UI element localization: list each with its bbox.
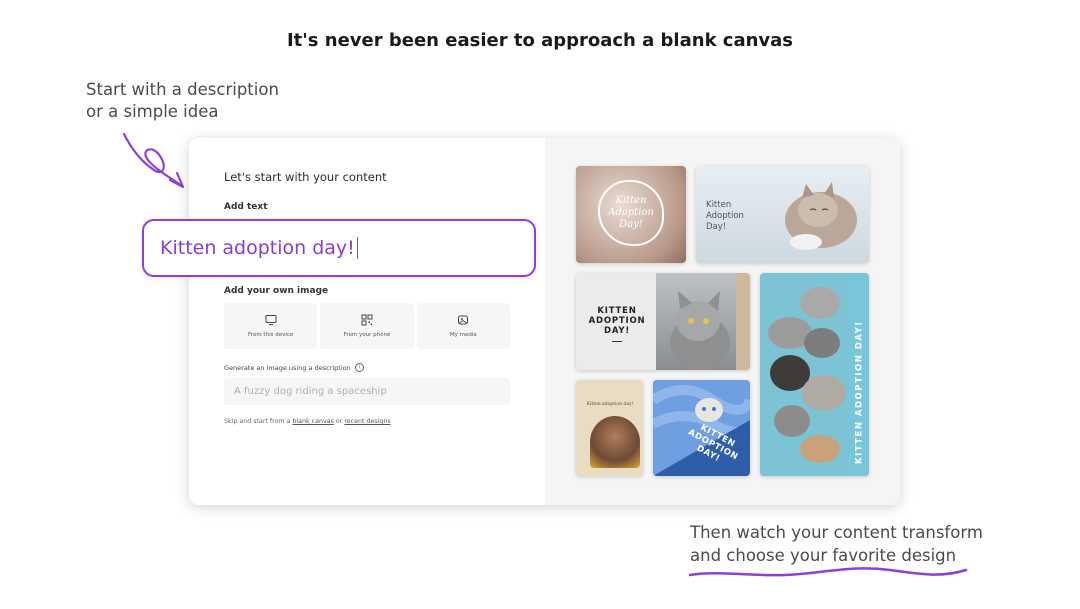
add-text-input-value: Kitten adoption day! (160, 237, 355, 259)
my-media-button[interactable]: My media (416, 303, 510, 349)
design-2-title: Kitten Adoption Day! (706, 200, 744, 232)
add-image-label: Add your own image (224, 286, 329, 296)
from-phone-button[interactable]: From your phone (320, 303, 414, 349)
my-media-label: My media (449, 332, 477, 338)
add-text-label: Add text (224, 202, 268, 212)
left-annotation-line1: Start with a description (86, 80, 279, 99)
design-suggestions-panel: Kitten Adoption Day! Kitten Adoption Day… (545, 138, 900, 505)
left-annotation-line2: or a simple idea (86, 102, 219, 121)
design-tile-4[interactable]: KITTEN ADOPTION DAY! (760, 273, 869, 476)
media-icon (458, 315, 469, 325)
design-4-title: KITTEN ADOPTION DAY! (855, 320, 865, 464)
qr-code-icon (361, 314, 373, 326)
design-3-title: KITTEN ADOPTION DAY! (588, 306, 646, 336)
left-annotation: Start with a description or a simple ide… (86, 79, 316, 123)
right-annotation-line2: and choose your favorite design (690, 546, 957, 565)
skip-row: Skip and start from a blank canvas or re… (224, 418, 391, 425)
from-phone-label: From your phone (343, 332, 391, 338)
generate-image-label-row: Generate an image using a description i (224, 363, 364, 372)
kitten-illustration (670, 273, 750, 370)
add-text-input[interactable]: Kitten adoption day! (142, 219, 536, 277)
kitten-photo (785, 182, 857, 250)
arrow-scribble (122, 132, 184, 188)
underline-squiggle (688, 567, 968, 577)
kitten-photo (590, 416, 640, 468)
design-tile-6[interactable]: KITTEN ADOPTION DAY! (653, 380, 750, 476)
blank-canvas-link[interactable]: blank canvas (292, 418, 333, 425)
generate-image-input[interactable] (224, 378, 510, 405)
design-tile-1[interactable]: Kitten Adoption Day! (576, 166, 686, 263)
design-tile-5[interactable]: Kitten adoption day! (576, 380, 643, 476)
from-device-button[interactable]: From this device (224, 303, 318, 349)
content-form-panel: Let's start with your content Add text A… (189, 138, 545, 505)
headline: It's never been easier to approach a bla… (286, 30, 794, 51)
right-annotation-line1: Then watch your content transform (690, 523, 983, 542)
image-options: From this device From your phone My medi… (224, 303, 510, 349)
monitor-icon (265, 315, 277, 325)
design-3-text-block: KITTEN ADOPTION DAY! (576, 273, 656, 370)
design-tile-3[interactable]: KITTEN ADOPTION DAY! (576, 273, 750, 370)
skip-or: or (335, 418, 343, 425)
design-tile-2[interactable]: Kitten Adoption Day! (696, 166, 869, 263)
app-card: Let's start with your content Add text A… (189, 138, 900, 505)
info-icon[interactable]: i (354, 363, 364, 372)
form-title: Let's start with your content (224, 170, 387, 184)
kitten-photo (656, 273, 750, 370)
divider (612, 341, 622, 342)
generate-image-label: Generate an image using a description (224, 363, 351, 372)
design-1-title: Kitten Adoption Day! (598, 180, 664, 246)
right-annotation: Then watch your content transform and ch… (690, 521, 1030, 567)
design-5-title: Kitten adoption day! (586, 402, 634, 407)
recent-designs-link[interactable]: recent designs (344, 418, 390, 425)
skip-prefix: Skip and start from a (224, 418, 291, 425)
kittens-photo (760, 273, 869, 476)
from-device-label: From this device (248, 332, 294, 338)
arrow-head (168, 171, 185, 189)
text-cursor (356, 237, 359, 259)
